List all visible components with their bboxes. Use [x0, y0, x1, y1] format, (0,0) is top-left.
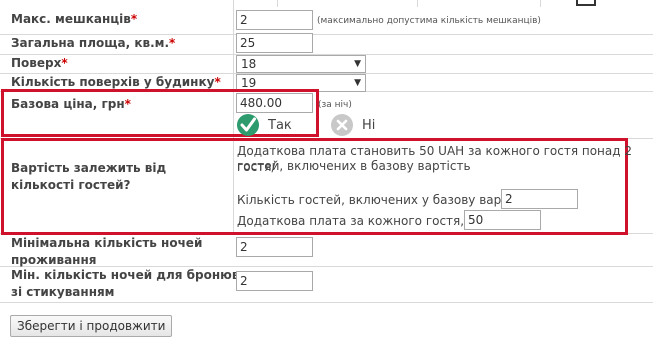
extra-fee-input[interactable]: 50 — [464, 210, 541, 230]
total-area-input[interactable]: 25 — [236, 33, 313, 53]
min-nights-adjacent-label-line1: Мін. кількість ночей для бронювань — [11, 268, 264, 282]
included-guests-label: Кількість гостей, включених у базову вар… — [237, 193, 533, 207]
base-price-input[interactable]: 480.00 — [236, 93, 313, 113]
max-residents-label: Макс. мешканців* — [11, 12, 138, 26]
min-nights-label: Мінімальна кількість ночей проживання — [11, 235, 202, 269]
no-radio-button[interactable] — [331, 114, 353, 136]
grid-top-divider — [417, 0, 418, 7]
floors-in-building-selected-value: 19 — [241, 76, 257, 90]
floor-select[interactable]: 18 ▼ — [236, 55, 366, 73]
total-area-label: Загальна площа, кв.м.* — [11, 36, 176, 50]
floor-label: Поверх* — [11, 56, 68, 70]
base-price-hint: (за ніч) — [318, 100, 352, 110]
max-residents-input[interactable]: 2 — [236, 10, 313, 30]
max-residents-hint: (максимально допустима кількість мешканц… — [317, 16, 541, 26]
min-nights-label-line1: Мінімальна кількість ночей — [11, 236, 203, 250]
included-guests-input[interactable]: 2 — [501, 189, 578, 209]
no-option-label[interactable]: Ні — [362, 118, 375, 134]
floor-selected-value: 18 — [241, 57, 257, 71]
x-icon — [336, 119, 348, 131]
chevron-down-icon: ▼ — [354, 78, 361, 88]
min-nights-adjacent-label-line2: зі стикуванням — [11, 285, 115, 299]
chevron-down-icon: ▼ — [354, 59, 361, 69]
checkmark-icon — [240, 117, 256, 132]
grid-top-divider — [277, 0, 278, 7]
calendar-icon — [576, 0, 596, 6]
base-price-label: Базова ціна, грн* — [11, 97, 131, 111]
extra-fee-label: Додаткова плата за кожного гостя, UAH — [237, 214, 494, 228]
min-nights-input[interactable]: 2 — [236, 237, 313, 257]
min-nights-adjacent-input[interactable]: 2 — [236, 271, 313, 291]
grid-row-divider — [0, 302, 653, 303]
save-and-continue-button[interactable]: Зберегти і продовжити — [10, 315, 173, 337]
yes-option-label[interactable]: Так — [268, 118, 292, 134]
yes-radio-button[interactable] — [237, 114, 259, 136]
guests-dependency-description-line2: гостей, включених в базову вартість — [237, 159, 471, 173]
min-nights-adjacent-label: Мін. кількість ночей для бронювань зі ст… — [11, 267, 263, 301]
guests-dependency-label: Вартість залежить від кількості гостей? — [11, 161, 167, 192]
grid-top-divider — [540, 0, 541, 7]
